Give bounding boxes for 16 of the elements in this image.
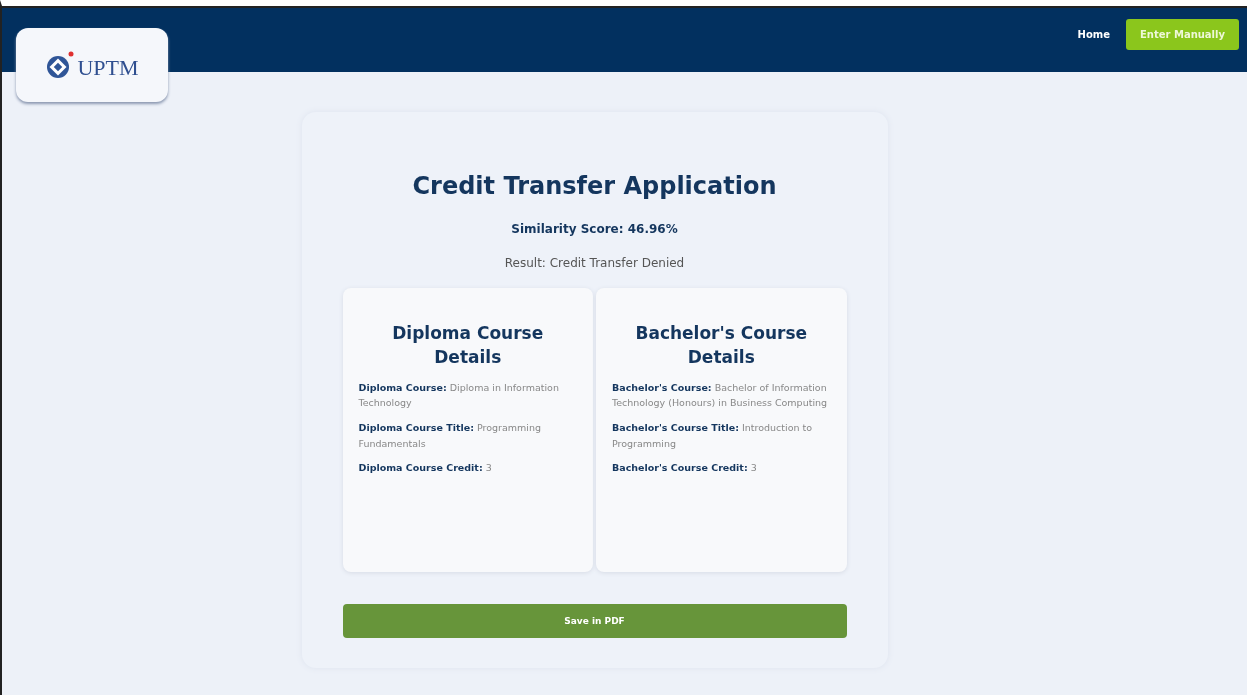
nav-link[interactable]: Home: [1077, 29, 1110, 40]
course-detail: Bachelor's Course: Bachelor of Information Technology (Honours) in Business Computing: [612, 380, 829, 411]
card-heading: Diploma Course Details: [391, 322, 545, 369]
similarity-score: Similarity Score: 46.96%: [511, 222, 678, 236]
course-detail: Diploma Course: Diploma in Information Technology: [358, 380, 560, 411]
course-detail: Bachelor's Course Title: Introduction to Programming: [612, 420, 814, 451]
course-detail: Diploma Course Credit: 3: [358, 461, 493, 476]
card-heading: Bachelor's Course Details: [634, 322, 809, 369]
save-pdf-button[interactable]: Save in PDF: [342, 604, 847, 638]
course-detail: Diploma Course Title: Programming Fundamentals: [358, 420, 543, 451]
enter-manually-button[interactable]: Enter Manually: [1126, 19, 1239, 50]
result-text: Result: Credit Transfer Denied: [504, 256, 685, 270]
page-title: Credit Transfer Application: [412, 172, 777, 200]
logo-icon: [45, 50, 76, 80]
logo-text: UPTM: [77, 55, 139, 81]
course-detail: Bachelor's Course Credit: 3: [612, 461, 758, 476]
